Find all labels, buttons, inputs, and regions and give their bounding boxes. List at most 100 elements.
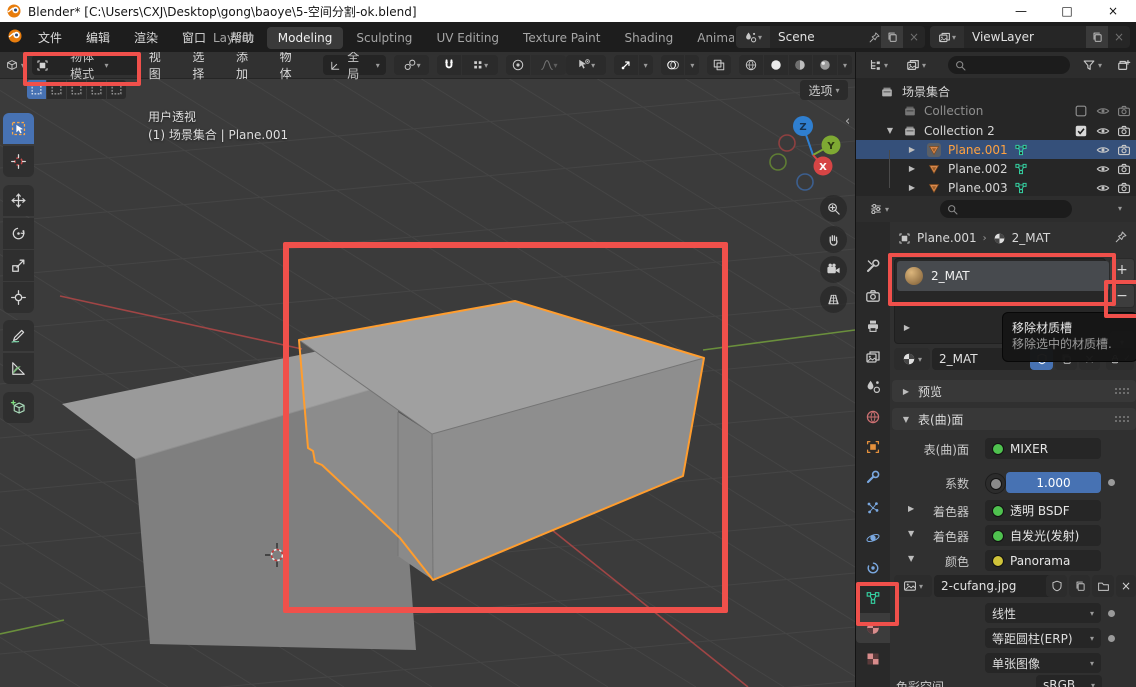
shading-wireframe-button[interactable] xyxy=(739,55,763,75)
shader-field[interactable]: Panorama xyxy=(985,550,1101,571)
select-new-button[interactable] xyxy=(27,80,46,99)
tool-select-box[interactable] xyxy=(3,113,34,144)
mode-dropdown[interactable]: 物体模式 ▾ xyxy=(32,55,139,75)
browse-image-button[interactable]: ▾ xyxy=(894,575,932,597)
shading-rendered-button[interactable] xyxy=(813,55,837,75)
outliner-filter-button[interactable]: ▾ xyxy=(1074,55,1110,75)
pin-icon[interactable] xyxy=(1114,230,1128,244)
select-invert-button[interactable] xyxy=(87,80,106,99)
navigation-gizmo[interactable]: Z Y X xyxy=(755,107,855,202)
outliner-row-collection[interactable]: Collection xyxy=(856,101,1136,120)
shader-field[interactable]: MIXER xyxy=(985,438,1101,459)
panel-preview[interactable]: ▶预览 xyxy=(892,380,1136,402)
panel-surface[interactable]: ▼表(曲)面 xyxy=(892,408,1136,430)
gizmo-neg-z[interactable] xyxy=(797,174,813,190)
render-toggle[interactable] xyxy=(1117,143,1131,157)
scene-copy-button[interactable] xyxy=(881,26,903,48)
properties-tab-object[interactable] xyxy=(856,432,890,462)
shading-solid-button[interactable] xyxy=(764,55,788,75)
pin-icon[interactable] xyxy=(868,31,881,44)
viewport-3d[interactable]: ▾ 物体模式 ▾ 视图选择添加物体 全局▾ ▾ ▾ xyxy=(0,52,855,687)
tab-texture-paint[interactable]: Texture Paint xyxy=(512,27,611,49)
add-slot-button[interactable]: + xyxy=(1109,258,1135,282)
new-collection-button[interactable] xyxy=(1113,55,1135,75)
tab-uv-editing[interactable]: UV Editing xyxy=(425,27,510,49)
overlays-dropdown[interactable]: ▾ xyxy=(661,55,700,75)
viewport-scene[interactable] xyxy=(0,78,855,687)
menu-编辑[interactable]: 编辑 xyxy=(74,22,122,52)
properties-tab-material[interactable] xyxy=(856,613,890,643)
viewlayer-name[interactable]: ViewLayer xyxy=(964,30,1086,44)
properties-tab-world[interactable] xyxy=(856,402,890,432)
decorator-dot[interactable] xyxy=(1108,479,1115,486)
viewport-menu-物体[interactable]: 物体 xyxy=(270,52,314,82)
breadcrumb-object[interactable]: Plane.001 xyxy=(917,231,977,245)
proportional-edit-toggle[interactable] xyxy=(506,55,530,75)
hide-toggle[interactable] xyxy=(1096,124,1110,138)
select-intersect-button[interactable] xyxy=(107,80,126,99)
viewlayer-browse-button[interactable]: ▾ xyxy=(930,26,964,48)
menu-渲染[interactable]: 渲染 xyxy=(122,22,170,52)
tool-add-cube[interactable] xyxy=(3,392,34,423)
hide-toggle[interactable] xyxy=(1096,162,1110,176)
material-slot[interactable]: 2_MAT xyxy=(897,261,1109,291)
tab-shading[interactable]: Shading xyxy=(613,27,684,49)
slot-expand-arrow[interactable]: ▶ xyxy=(901,323,913,332)
sidebar-collapse-arrow[interactable]: ‹ xyxy=(845,114,850,129)
tool-move[interactable] xyxy=(3,185,34,216)
gizmo-neg-y[interactable] xyxy=(770,154,786,170)
render-toggle[interactable] xyxy=(1117,162,1131,176)
checkbox-checked-icon[interactable] xyxy=(1074,124,1088,138)
editor-type-button[interactable]: ▾ xyxy=(0,55,30,75)
hide-toggle[interactable] xyxy=(1096,104,1110,118)
scene-selector[interactable]: ▾ Scene × xyxy=(736,26,925,48)
socket-icon[interactable] xyxy=(985,473,1006,494)
properties-tab-scene[interactable] xyxy=(856,372,890,402)
shader-field[interactable]: 自发光(发射) xyxy=(985,525,1101,546)
drag-dots-icon[interactable] xyxy=(1114,415,1130,423)
checkbox-empty-icon[interactable] xyxy=(1074,104,1088,118)
outliner-row-scene-collection[interactable]: 场景集合 xyxy=(856,82,1136,101)
outliner-row-plane-003[interactable]: ▶ Plane.003 xyxy=(856,178,1136,197)
open-image-button[interactable] xyxy=(1092,575,1114,597)
transform-orientation-dropdown[interactable]: 全局▾ xyxy=(323,55,386,75)
scene-name[interactable]: Scene xyxy=(770,30,868,44)
pan-hand-button[interactable] xyxy=(820,226,847,253)
properties-tab-view-layer[interactable] xyxy=(856,342,890,372)
image-copy-button[interactable] xyxy=(1069,575,1090,597)
tab-animation[interactable]: Animation xyxy=(686,27,734,49)
hide-toggle[interactable] xyxy=(1096,143,1110,157)
properties-options-dropdown[interactable]: ▾ xyxy=(1118,204,1122,213)
properties-tab-constraints[interactable] xyxy=(856,553,890,583)
properties-tab-modifiers[interactable] xyxy=(856,462,890,492)
outliner-display-mode-button[interactable]: ▾ xyxy=(899,55,933,75)
properties-editor-type-button[interactable]: ▾ xyxy=(862,199,896,219)
outliner-row-plane-002[interactable]: ▶ Plane.002 xyxy=(856,159,1136,178)
tool-transform[interactable] xyxy=(3,282,34,313)
tab-sculpting[interactable]: Sculpting xyxy=(345,27,423,49)
perspective-toggle-button[interactable] xyxy=(820,286,847,313)
decorator-dot[interactable] xyxy=(1108,610,1115,617)
image-fake-user-button[interactable] xyxy=(1046,575,1067,597)
dropdown-单张图像[interactable]: 单张图像▾ xyxy=(985,653,1101,673)
image-name-field[interactable]: 2-cufang.jpg xyxy=(934,575,1058,597)
breadcrumb-material[interactable]: 2_MAT xyxy=(1012,231,1051,245)
drag-dots-icon[interactable] xyxy=(1114,387,1130,395)
select-extend-button[interactable] xyxy=(47,80,66,99)
dropdown-线性[interactable]: 线性▾ xyxy=(985,603,1101,623)
properties-tab-particles[interactable] xyxy=(856,493,890,523)
shading-material-button[interactable] xyxy=(789,55,813,75)
pivot-point-dropdown[interactable]: ▾ xyxy=(394,55,430,75)
viewport-menu-视图[interactable]: 视图 xyxy=(139,52,183,82)
outliner-search-input[interactable] xyxy=(948,56,1070,74)
remove-slot-button[interactable]: − xyxy=(1109,284,1135,308)
blender-menu-icon[interactable] xyxy=(7,28,23,44)
close-button[interactable]: × xyxy=(1090,0,1136,22)
xray-toggle[interactable] xyxy=(707,55,731,75)
shader-field[interactable]: 透明 BSDF xyxy=(985,500,1101,521)
snap-toggle[interactable] xyxy=(437,55,461,75)
tool-scale[interactable] xyxy=(3,250,34,281)
outliner-editor-type-button[interactable]: ▾ xyxy=(861,55,895,75)
decorator-dot[interactable] xyxy=(1108,635,1115,642)
scene-unlink-button[interactable]: × xyxy=(903,26,925,48)
